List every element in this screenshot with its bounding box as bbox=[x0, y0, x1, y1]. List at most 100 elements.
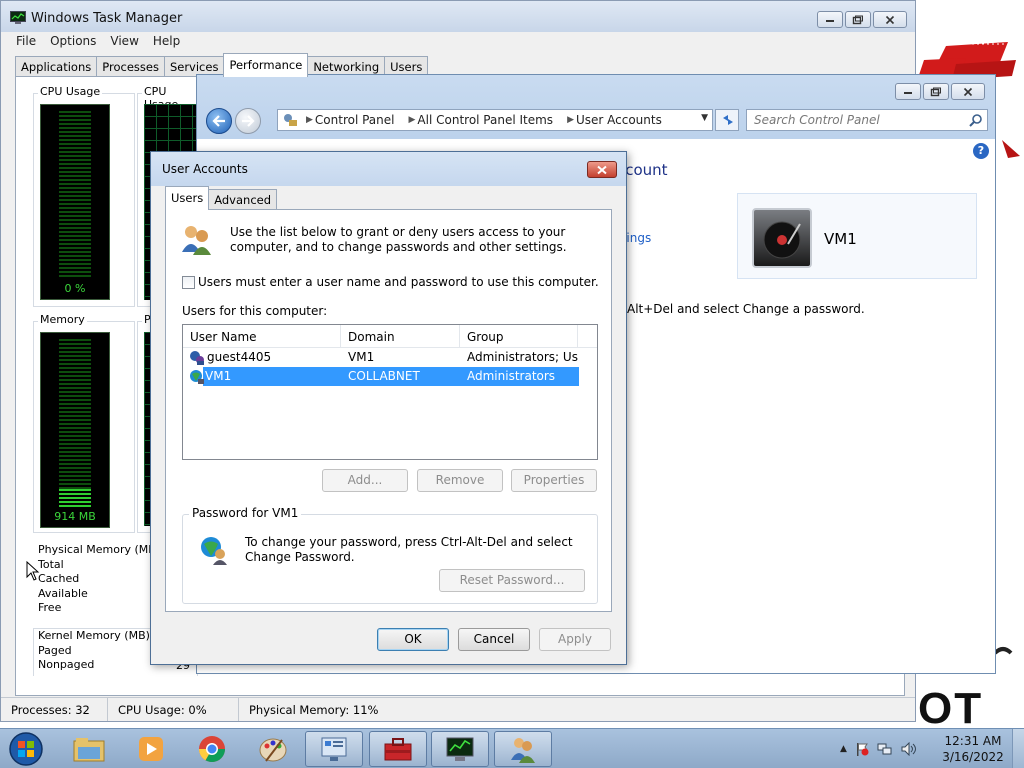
chevron-down-icon[interactable]: ▼ bbox=[701, 113, 708, 123]
breadcrumb-control-panel[interactable]: Control Panel bbox=[313, 113, 401, 127]
volume-icon[interactable] bbox=[901, 742, 917, 756]
maximize-button[interactable] bbox=[845, 11, 871, 28]
physical-memory-available: Available bbox=[38, 586, 88, 600]
breadcrumb-all-items[interactable]: All Control Panel Items bbox=[415, 113, 559, 127]
tab-networking[interactable]: Networking bbox=[307, 56, 386, 76]
control-panel-chrome: ▶ Control Panel ▶ All Control Panel Item… bbox=[197, 75, 995, 139]
require-password-label[interactable]: Users must enter a user name and passwor… bbox=[198, 275, 599, 289]
mouse-cursor-icon bbox=[26, 561, 40, 581]
change-password-hint: Alt+Del and select Change a password. bbox=[627, 302, 865, 316]
task-manager-titlebar[interactable]: Windows Task Manager bbox=[1, 1, 915, 32]
start-button[interactable] bbox=[4, 731, 48, 767]
taskbar-paint-button[interactable] bbox=[244, 731, 302, 767]
chrome-icon bbox=[198, 736, 226, 763]
user-globe-icon bbox=[190, 370, 204, 384]
menu-file[interactable]: File bbox=[9, 32, 43, 52]
cancel-button[interactable]: Cancel bbox=[458, 628, 530, 651]
kernel-memory-nonpaged: Nonpaged bbox=[38, 658, 95, 671]
network-icon[interactable] bbox=[877, 742, 893, 756]
tab-services[interactable]: Services bbox=[163, 56, 225, 76]
help-button[interactable]: ? bbox=[973, 143, 989, 159]
breadcrumb-user-accounts[interactable]: User Accounts bbox=[574, 113, 668, 127]
apply-button[interactable]: Apply bbox=[539, 628, 611, 651]
taskbar-user-accounts-button[interactable] bbox=[494, 731, 552, 767]
reset-password-button[interactable]: Reset Password... bbox=[439, 569, 585, 592]
menu-help[interactable]: Help bbox=[146, 32, 187, 52]
add-user-button[interactable]: Add... bbox=[322, 469, 408, 492]
action-center-flag-icon[interactable] bbox=[855, 742, 869, 756]
tab-users[interactable]: Users bbox=[384, 56, 429, 76]
users-list[interactable]: User Name Domain Group guest4405 VM1 Adm… bbox=[182, 324, 598, 460]
column-group[interactable]: Group bbox=[460, 325, 578, 347]
refresh-button[interactable] bbox=[715, 109, 739, 131]
breadcrumb-separator-icon: ▶ bbox=[567, 115, 574, 125]
properties-button[interactable]: Properties bbox=[511, 469, 597, 492]
list-item[interactable]: VM1 COLLABNET Administrators bbox=[183, 367, 597, 386]
taskbar-media-player-button[interactable] bbox=[122, 731, 180, 767]
back-button[interactable] bbox=[206, 108, 232, 134]
search-input[interactable]: Search Control Panel bbox=[746, 109, 988, 131]
minimize-icon bbox=[904, 91, 912, 94]
users-list-label: Users for this computer: bbox=[182, 304, 328, 318]
clock-date: 3/16/2022 bbox=[942, 750, 1004, 764]
menu-view[interactable]: View bbox=[103, 32, 145, 52]
desktop-wallpaper-text: OT bbox=[918, 684, 984, 733]
dialog-close-button[interactable] bbox=[587, 161, 617, 178]
menu-options[interactable]: Options bbox=[43, 32, 103, 52]
user-name-cell: guest4405 bbox=[207, 350, 272, 364]
user-name-cell: VM1 bbox=[205, 369, 232, 383]
taskbar-task-manager-button[interactable] bbox=[431, 731, 489, 767]
tab-performance[interactable]: Performance bbox=[223, 53, 309, 77]
physical-memory-free: Free bbox=[38, 601, 62, 614]
close-button[interactable] bbox=[873, 11, 907, 28]
taskbar-chrome-button[interactable] bbox=[183, 731, 241, 767]
taskbar-clock[interactable]: 12:31 AM 3/16/2022 bbox=[940, 733, 1006, 765]
refresh-icon bbox=[723, 115, 733, 125]
ok-button[interactable]: OK bbox=[377, 628, 449, 651]
physical-memory-total: Total bbox=[38, 557, 64, 571]
forward-button[interactable] bbox=[235, 108, 261, 134]
memory-meter-fill bbox=[59, 489, 91, 507]
control-panel-caption-buttons bbox=[895, 83, 985, 100]
password-hint-text: To change your password, press Ctrl-Alt-… bbox=[245, 535, 573, 564]
status-processes: Processes: 32 bbox=[1, 698, 108, 721]
clock-time: 12:31 AM bbox=[944, 734, 1002, 748]
tab-applications[interactable]: Applications bbox=[15, 56, 98, 76]
kernel-memory-heading: Kernel Memory (MB) bbox=[38, 629, 150, 642]
task-manager-app-icon bbox=[10, 11, 26, 24]
list-item[interactable]: guest4405 VM1 Administrators; Us... bbox=[183, 348, 597, 367]
domain-cell: VM1 bbox=[348, 350, 375, 364]
cp-maximize-button[interactable] bbox=[923, 83, 949, 100]
show-hidden-icons-icon[interactable]: ▲ bbox=[840, 744, 847, 754]
physical-memory-list: Physical Memory (MB) Total Cached Availa… bbox=[38, 543, 160, 616]
dialog-titlebar[interactable]: User Accounts bbox=[151, 152, 626, 186]
tab-advanced[interactable]: Advanced bbox=[208, 189, 278, 209]
user-globe-icon bbox=[201, 537, 227, 565]
intro-text: Use the list below to grant or deny user… bbox=[230, 225, 567, 254]
column-domain[interactable]: Domain bbox=[341, 325, 460, 347]
cpu-usage-group: CPU Usage 0 % bbox=[33, 85, 135, 307]
physical-memory-heading: Physical Memory (MB) bbox=[38, 543, 161, 556]
domain-cell: COLLABNET bbox=[348, 369, 420, 383]
user-card[interactable]: VM1 bbox=[737, 193, 977, 279]
cp-close-button[interactable] bbox=[951, 83, 985, 100]
cp-minimize-button[interactable] bbox=[895, 83, 921, 100]
kernel-memory-paged: Paged bbox=[38, 643, 72, 657]
taskbar-control-panel-button[interactable] bbox=[305, 731, 363, 767]
tab-users-dialog[interactable]: Users bbox=[165, 186, 210, 210]
require-password-checkbox[interactable] bbox=[182, 276, 195, 289]
taskbar-explorer-button[interactable] bbox=[60, 731, 118, 767]
cpu-usage-label: CPU Usage bbox=[38, 85, 103, 98]
taskbar-toolbox-button[interactable] bbox=[369, 731, 427, 767]
remove-user-button[interactable]: Remove bbox=[417, 469, 503, 492]
control-panel-icon bbox=[321, 737, 347, 761]
column-user-name[interactable]: User Name bbox=[183, 325, 341, 347]
minimize-button[interactable] bbox=[817, 11, 843, 28]
minimize-icon bbox=[826, 19, 834, 22]
address-bar[interactable]: ▶ Control Panel ▶ All Control Panel Item… bbox=[277, 109, 713, 131]
media-player-icon bbox=[139, 737, 163, 761]
show-desktop-button[interactable] bbox=[1012, 729, 1024, 768]
tab-processes[interactable]: Processes bbox=[96, 56, 165, 76]
status-cpu: CPU Usage: 0% bbox=[108, 698, 239, 721]
group-cell: Administrators bbox=[467, 369, 556, 383]
